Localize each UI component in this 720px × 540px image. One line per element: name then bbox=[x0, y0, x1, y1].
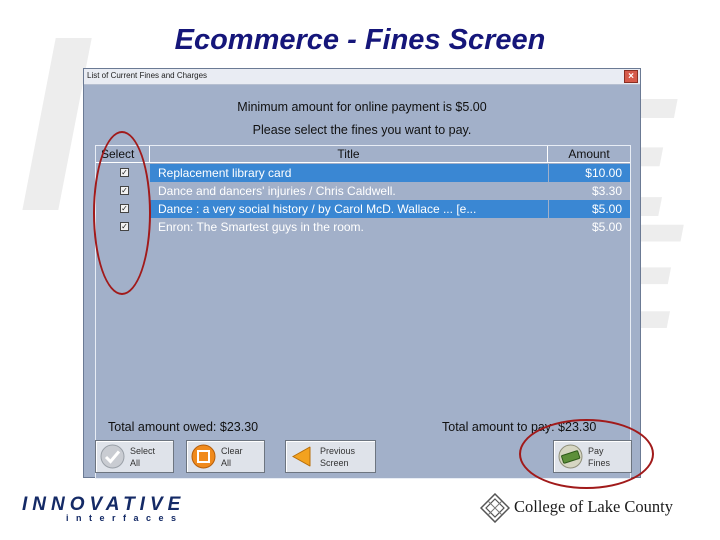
select-cell: ✓ bbox=[96, 200, 150, 218]
fine-amount: $5.00 bbox=[549, 200, 630, 218]
window-title: List of Current Fines and Charges bbox=[87, 71, 208, 80]
table-row[interactable]: ✓ Enron: The Smartest guys in the room. … bbox=[96, 218, 630, 236]
college-emblem-icon bbox=[480, 493, 510, 523]
table-row[interactable]: ✓ Dance and dancers' injuries / Chris Ca… bbox=[96, 182, 630, 200]
clear-all-label: Clear All bbox=[221, 446, 243, 468]
close-button[interactable]: × bbox=[624, 70, 638, 83]
slide-title: Ecommerce - Fines Screen bbox=[174, 24, 546, 56]
select-cell: ✓ bbox=[96, 218, 150, 236]
table-row[interactable]: ✓ Replacement library card $10.00 bbox=[96, 164, 630, 182]
select-all-label: Select All bbox=[130, 446, 156, 468]
total-owed: Total amount owed: $23.30 bbox=[108, 420, 259, 434]
pay-fines-button[interactable]: Pay Fines bbox=[553, 440, 632, 473]
table-row[interactable]: ✓ Dance : a very social history / by Car… bbox=[96, 200, 630, 218]
pay-fines-label: Pay Fines bbox=[588, 446, 611, 468]
select-cell: ✓ bbox=[96, 164, 150, 182]
clear-all-button[interactable]: Clear All bbox=[186, 440, 265, 473]
column-header-title[interactable]: Title bbox=[150, 146, 548, 163]
clear-box-icon bbox=[191, 444, 216, 469]
close-icon: × bbox=[628, 71, 634, 82]
previous-screen-button[interactable]: Previous Screen bbox=[285, 440, 376, 473]
fine-title: Enron: The Smartest guys in the room. bbox=[158, 220, 364, 234]
fine-amount: $5.00 bbox=[591, 220, 622, 234]
column-header-amount[interactable]: Amount bbox=[548, 146, 630, 163]
select-all-button[interactable]: Select All bbox=[95, 440, 174, 473]
column-header-select[interactable]: Select bbox=[96, 146, 150, 163]
window-titlebar[interactable]: List of Current Fines and Charges × bbox=[84, 69, 640, 85]
row-checkbox[interactable]: ✓ bbox=[120, 186, 129, 195]
select-cell: ✓ bbox=[96, 182, 150, 200]
fine-title: Dance : a very social history / by Carol… bbox=[150, 200, 548, 218]
fine-title: Dance and dancers' injuries / Chris Cald… bbox=[158, 184, 396, 198]
fines-window: List of Current Fines and Charges × Mini… bbox=[83, 68, 641, 479]
table-header: Select Title Amount bbox=[96, 146, 630, 163]
minimum-payment-message: Minimum amount for online payment is $5.… bbox=[237, 100, 487, 114]
money-icon bbox=[558, 444, 583, 469]
row-checkbox[interactable]: ✓ bbox=[120, 222, 129, 231]
instruction-message: Please select the fines you want to pay. bbox=[252, 123, 472, 137]
previous-screen-label: Previous Screen bbox=[320, 446, 356, 468]
checkmark-icon bbox=[100, 444, 125, 469]
college-logo: College of Lake County bbox=[480, 490, 710, 526]
fine-amount: $10.00 bbox=[549, 164, 630, 182]
innovative-logo: INNOVATIVE interfaces bbox=[22, 494, 182, 524]
total-to-pay: Total amount to pay: $23.30 bbox=[442, 420, 597, 434]
fine-title: Replacement library card bbox=[150, 164, 548, 182]
interfaces-wordmark: interfaces bbox=[66, 513, 184, 523]
back-arrow-icon bbox=[291, 446, 311, 467]
row-checkbox[interactable]: ✓ bbox=[120, 168, 129, 177]
row-checkbox[interactable]: ✓ bbox=[120, 204, 129, 213]
college-name: College of Lake County bbox=[514, 497, 674, 516]
fine-amount: $3.30 bbox=[591, 184, 622, 198]
